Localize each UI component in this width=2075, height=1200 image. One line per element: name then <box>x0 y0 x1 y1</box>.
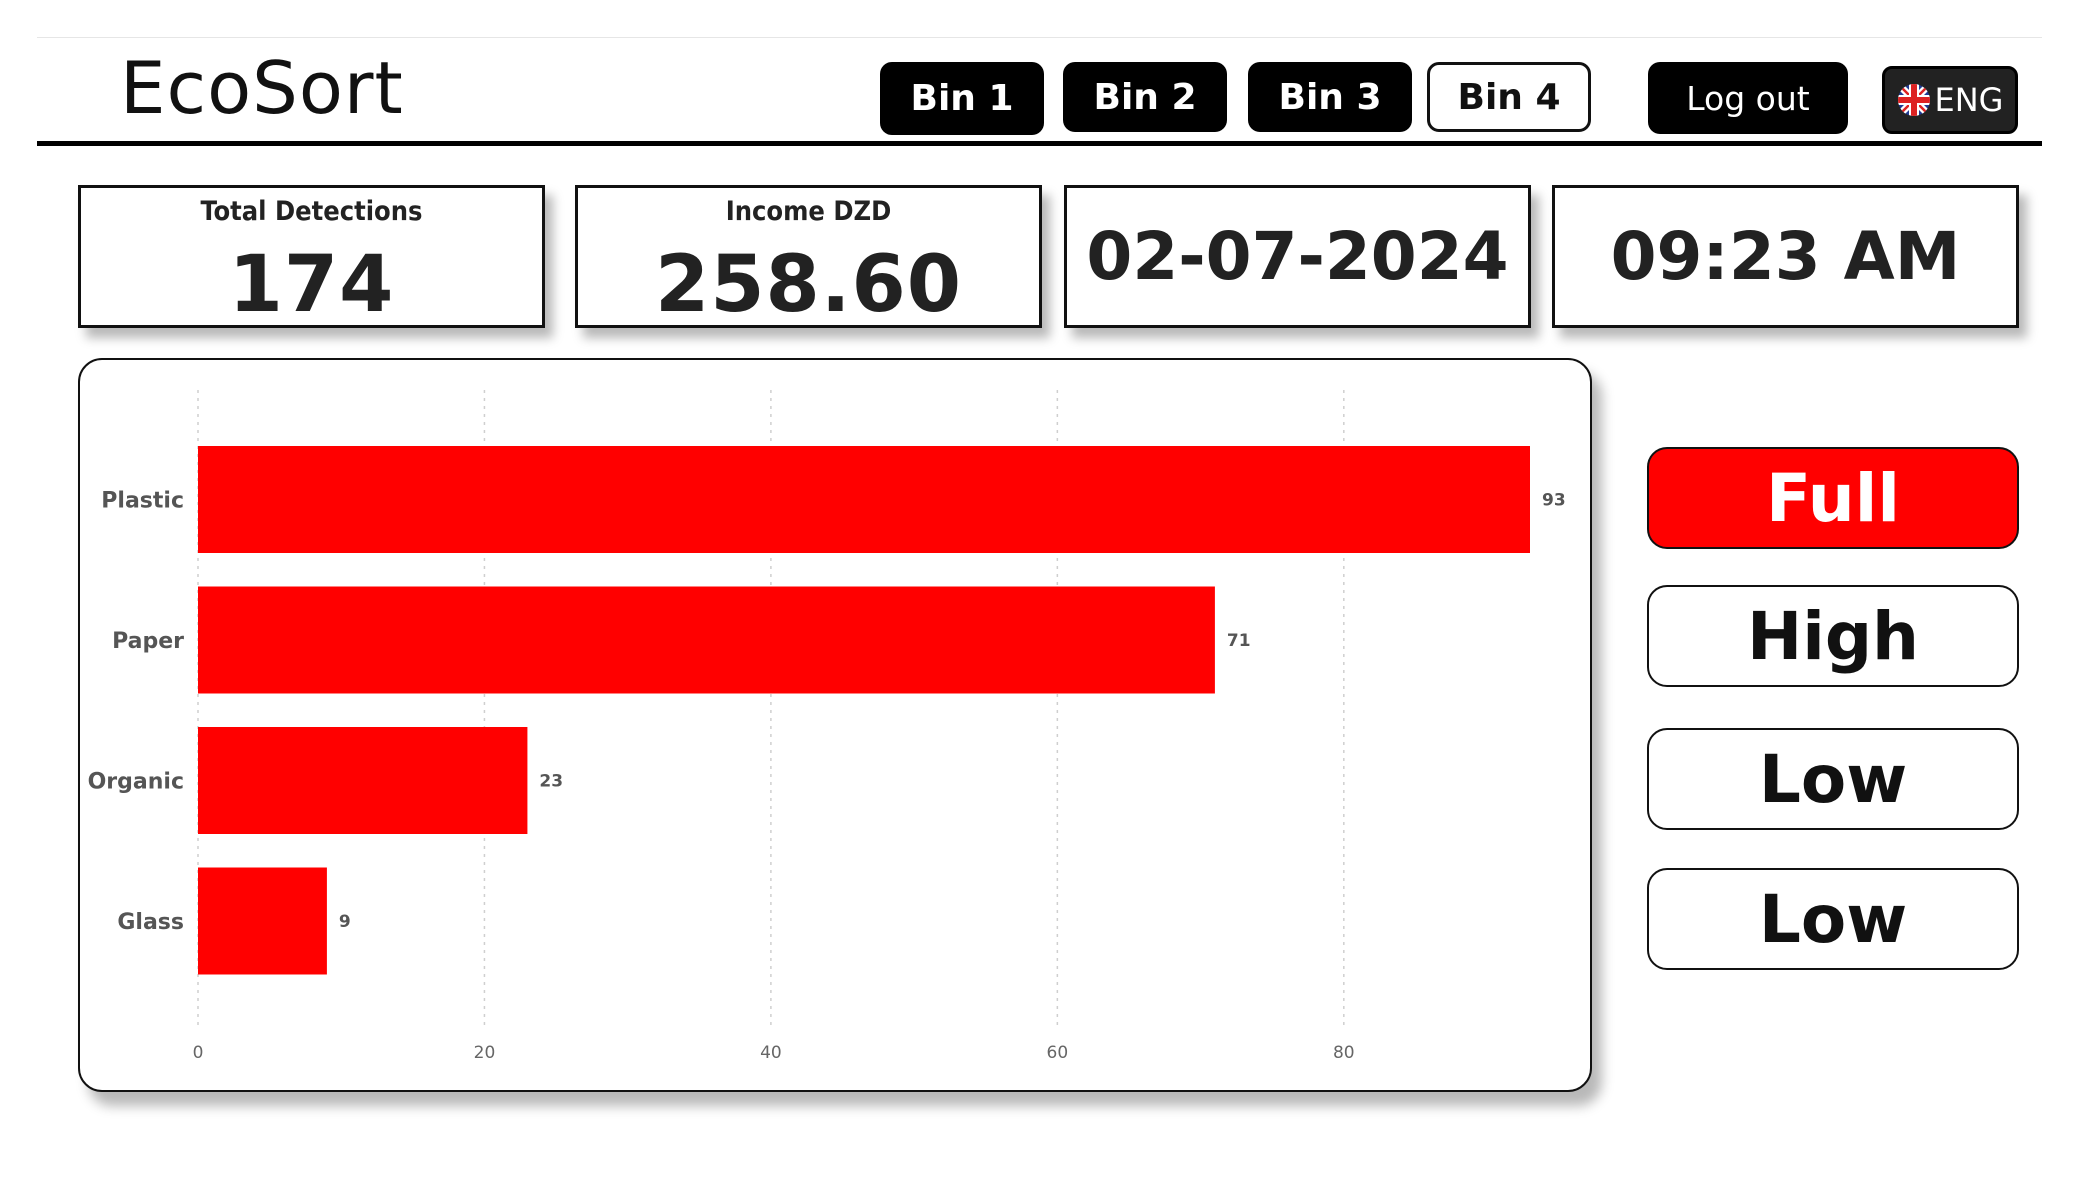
bar-plastic <box>198 446 1530 553</box>
data-label: 23 <box>539 772 563 792</box>
bar-glass <box>198 867 327 975</box>
header-divider <box>37 141 2042 146</box>
total-detections-label: Total Detections <box>200 196 423 227</box>
x-tick-label: 80 <box>1333 1043 1355 1063</box>
detections-chart-card: 0 20 40 60 80 Plastic 93 Paper 71 Organic 23 Glass 9 <box>78 358 1592 1092</box>
x-tick-label: 60 <box>1047 1043 1069 1063</box>
bin-level-status-4: Low <box>1647 868 2019 970</box>
income-value: 258.60 <box>655 240 962 330</box>
category-label: Glass <box>117 910 184 935</box>
category-label: Plastic <box>101 489 184 514</box>
total-detections-value: 174 <box>228 240 395 330</box>
x-tick-label: 0 <box>193 1043 204 1063</box>
bin-level-status-2: High <box>1647 585 2019 687</box>
bin-3-button[interactable]: Bin 3 <box>1248 62 1412 132</box>
data-label: 9 <box>339 912 351 932</box>
date-card: 02-07-2024 <box>1064 185 1531 328</box>
x-tick-label: 40 <box>760 1043 782 1063</box>
x-tick-label: 20 <box>474 1043 496 1063</box>
bar-paper <box>198 586 1215 694</box>
date-value: 02-07-2024 <box>1086 218 1509 295</box>
detections-bar-chart: 0 20 40 60 80 Plastic 93 Paper 71 Organic 23 Glass 9 <box>88 390 1566 1063</box>
time-value: 09:23 AM <box>1610 218 1961 295</box>
bin-2-button[interactable]: Bin 2 <box>1063 62 1227 132</box>
income-card: Income DZD 258.60 <box>575 185 1042 330</box>
total-detections-card: Total Detections 174 <box>78 185 545 330</box>
income-label: Income DZD <box>725 196 892 227</box>
data-label: 71 <box>1227 631 1251 651</box>
category-label: Paper <box>112 629 184 654</box>
language-label: ENG <box>1934 81 2004 119</box>
bar-organic <box>198 727 528 834</box>
log-out-button[interactable]: Log out <box>1648 62 1848 134</box>
uk-flag-icon <box>1897 84 1930 116</box>
app-logo: EcoSort <box>120 46 404 130</box>
bin-level-status-3: Low <box>1647 728 2019 830</box>
data-label: 93 <box>1542 491 1566 511</box>
language-selector[interactable]: ENG <box>1882 66 2018 134</box>
category-label: Organic <box>88 770 184 795</box>
bin-1-button[interactable]: Bin 1 <box>880 62 1044 135</box>
bin-level-status-1: Full <box>1647 447 2019 549</box>
bin-4-button[interactable]: Bin 4 <box>1427 62 1591 132</box>
time-card: 09:23 AM <box>1552 185 2019 328</box>
